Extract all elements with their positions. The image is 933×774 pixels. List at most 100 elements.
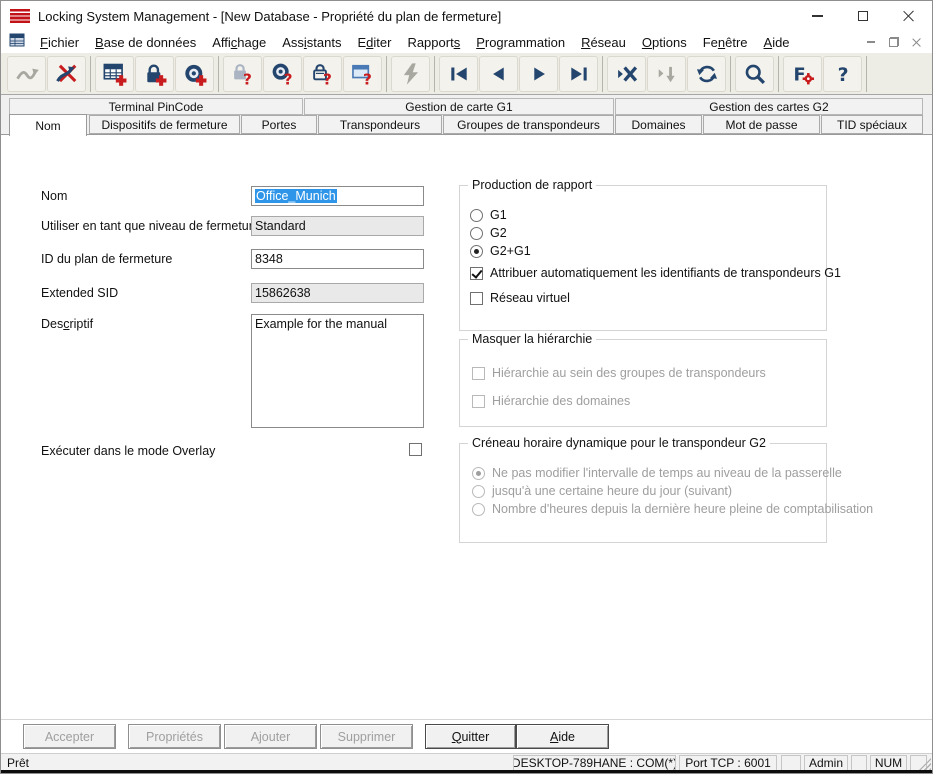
menu-affichage[interactable]: Affichage bbox=[204, 33, 274, 52]
read-card-icon: ? bbox=[310, 61, 336, 87]
last-record-icon bbox=[566, 61, 592, 87]
read-transponder-button[interactable]: ? bbox=[263, 56, 302, 92]
mdi-minimize-button[interactable] bbox=[861, 34, 880, 50]
menu-editer[interactable]: Editer bbox=[349, 33, 399, 52]
tab-strip: Terminal PinCode Gestion de carte G1 Ges… bbox=[1, 95, 932, 135]
reseau-virtuel-check[interactable]: Réseau virtuel bbox=[470, 291, 570, 305]
tab-transpondeurs[interactable]: Transpondeurs bbox=[318, 115, 442, 134]
menu-options[interactable]: Options bbox=[634, 33, 695, 52]
minimize-icon bbox=[812, 15, 823, 17]
read-card-button[interactable]: ? bbox=[303, 56, 342, 92]
descriptif-textarea[interactable]: Example for the manual bbox=[251, 314, 424, 428]
hierarchie-domaines-checkbox bbox=[472, 395, 485, 408]
toolbar-separator bbox=[778, 56, 779, 92]
attribuer-auto-checkbox[interactable] bbox=[470, 267, 483, 280]
menu-rapports[interactable]: Rapports bbox=[399, 33, 468, 52]
tab-mot-de-passe[interactable]: Mot de passe bbox=[703, 115, 820, 134]
svg-text:F: F bbox=[793, 65, 805, 85]
reseau-virtuel-checkbox[interactable] bbox=[470, 292, 483, 305]
aide-button[interactable]: Aide bbox=[516, 724, 609, 749]
previous-record-button[interactable] bbox=[479, 56, 518, 92]
radio-g2-control[interactable] bbox=[470, 227, 483, 240]
delete-record-icon bbox=[614, 61, 640, 87]
read-window-button[interactable]: ? bbox=[343, 56, 382, 92]
mdi-restore-button[interactable] bbox=[884, 34, 903, 50]
filter-settings-button[interactable]: F bbox=[783, 56, 822, 92]
new-locking-plan-button[interactable] bbox=[95, 56, 134, 92]
nom-input[interactable]: Office_Munich bbox=[251, 186, 424, 206]
jump-record-button[interactable] bbox=[647, 56, 686, 92]
search-button[interactable] bbox=[735, 56, 774, 92]
radio-ne-pas-modifier: Ne pas modifier l'intervalle de temps au… bbox=[472, 466, 842, 480]
accepter-button: Accepter bbox=[23, 724, 116, 749]
first-record-button[interactable] bbox=[439, 56, 478, 92]
sync-icon bbox=[14, 61, 40, 87]
menu-fichier[interactable]: Fichier bbox=[32, 33, 87, 52]
delete-record-button[interactable] bbox=[607, 56, 646, 92]
descriptif-value: Example for the manual bbox=[255, 317, 387, 331]
toolbar: ? ? ? ? F ? bbox=[1, 53, 932, 95]
tab-dispositifs-de-fermeture[interactable]: Dispositifs de fermeture bbox=[89, 115, 240, 134]
hierarchie-groupes-checkbox bbox=[472, 367, 485, 380]
add-transponder-button[interactable] bbox=[175, 56, 214, 92]
mdi-close-icon bbox=[912, 38, 921, 47]
overlay-checkbox[interactable] bbox=[409, 443, 422, 456]
sync-button[interactable] bbox=[7, 56, 46, 92]
radio-jusqua-heure-control bbox=[472, 485, 485, 498]
radio-ne-pas-modifier-control bbox=[472, 467, 485, 480]
extended-sid-label: Extended SID bbox=[41, 286, 118, 300]
niveau-label: Utiliser en tant que niveau de fermeture bbox=[41, 219, 260, 233]
niveau-input: Standard bbox=[251, 216, 424, 236]
niveau-value: Standard bbox=[255, 219, 306, 233]
tab-nom[interactable]: Nom bbox=[9, 114, 87, 136]
nom-label: Nom bbox=[41, 189, 67, 203]
tab-tid-speciaux[interactable]: TID spéciaux bbox=[821, 115, 923, 134]
radio-jusqua-heure: jusqu'à une certaine heure du jour (suiv… bbox=[472, 484, 732, 498]
attribuer-auto-check[interactable]: Attribuer automatiquement les identifian… bbox=[470, 266, 841, 280]
refresh-button[interactable] bbox=[687, 56, 726, 92]
status-num-lock: NUM bbox=[870, 755, 907, 771]
radio-g2-g1[interactable]: G2+G1 bbox=[470, 244, 531, 258]
program-flash-button[interactable] bbox=[391, 56, 430, 92]
last-record-button[interactable] bbox=[559, 56, 598, 92]
hierarchie-domaines-check: Hiérarchie des domaines bbox=[472, 394, 630, 408]
next-record-icon bbox=[526, 61, 552, 87]
toolbar-separator bbox=[434, 56, 435, 92]
radio-g2[interactable]: G2 bbox=[470, 226, 507, 240]
mdi-close-button[interactable] bbox=[907, 34, 926, 50]
ajouter-button: Ajouter bbox=[224, 724, 317, 749]
help-button[interactable]: ? bbox=[823, 56, 862, 92]
tab-gestion-carte-g1[interactable]: Gestion de carte G1 bbox=[304, 98, 614, 115]
radio-g1-control[interactable] bbox=[470, 209, 483, 222]
menu-programmation[interactable]: Programmation bbox=[468, 33, 573, 52]
menu-fenetre[interactable]: Fenêtre bbox=[695, 33, 756, 52]
quitter-button[interactable]: Quitter bbox=[425, 724, 516, 749]
status-empty-1 bbox=[781, 755, 801, 771]
menu-aide[interactable]: Aide bbox=[756, 33, 798, 52]
menu-reseau[interactable]: Réseau bbox=[573, 33, 634, 52]
menu-assistants[interactable]: Assistants bbox=[274, 33, 349, 52]
new-locking-plan-icon bbox=[102, 61, 128, 87]
masquer-hierarchie-title: Masquer la hiérarchie bbox=[468, 332, 596, 346]
radio-g1[interactable]: G1 bbox=[470, 208, 507, 222]
disconnect-button[interactable] bbox=[47, 56, 86, 92]
tab-gestion-cartes-g2[interactable]: Gestion des cartes G2 bbox=[615, 98, 923, 115]
status-empty-2 bbox=[851, 755, 867, 771]
document-icon[interactable] bbox=[9, 33, 25, 51]
tab-groupes-de-transpondeurs[interactable]: Groupes de transpondeurs bbox=[443, 115, 614, 134]
mdi-minimize-icon bbox=[867, 41, 875, 43]
tab-terminal-pincode[interactable]: Terminal PinCode bbox=[9, 98, 303, 115]
maximize-button[interactable] bbox=[840, 1, 886, 31]
close-button[interactable] bbox=[886, 1, 932, 31]
minimize-button[interactable] bbox=[794, 1, 840, 31]
read-lock-button[interactable]: ? bbox=[223, 56, 262, 92]
plan-id-input[interactable]: 8348 bbox=[251, 249, 424, 269]
tab-domaines[interactable]: Domaines bbox=[615, 115, 702, 134]
radio-g2-g1-control[interactable] bbox=[470, 245, 483, 258]
caption-controls bbox=[794, 1, 932, 31]
tab-portes[interactable]: Portes bbox=[241, 115, 317, 134]
radio-nombre-heures: Nombre d'heures depuis la dernière heure… bbox=[472, 502, 873, 516]
next-record-button[interactable] bbox=[519, 56, 558, 92]
menu-base-de-donnees[interactable]: Base de données bbox=[87, 33, 204, 52]
add-lock-button[interactable] bbox=[135, 56, 174, 92]
